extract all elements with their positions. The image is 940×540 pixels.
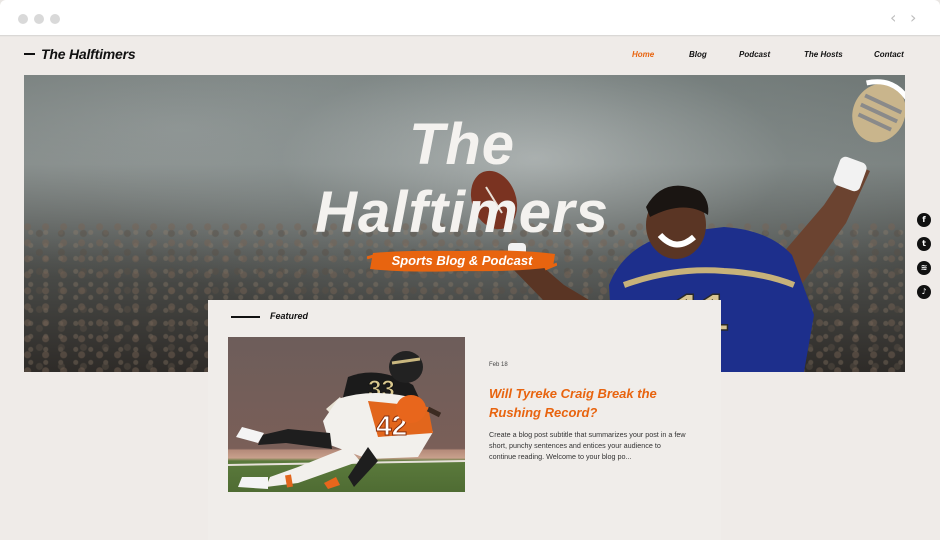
featured-post-image[interactable]: 33 42 bbox=[228, 337, 465, 492]
site-title[interactable]: The Halftimers bbox=[41, 46, 136, 62]
nav-contact[interactable]: Contact bbox=[874, 50, 904, 59]
nav-home[interactable]: Home bbox=[632, 50, 654, 59]
window-minimize-dot[interactable] bbox=[34, 14, 44, 24]
back-arrow-icon[interactable]: ‹ bbox=[890, 9, 896, 27]
spotify-icon[interactable]: ≋ bbox=[917, 261, 931, 275]
post-title[interactable]: Will Tyreke Craig Break the Rushing Reco… bbox=[489, 384, 699, 422]
forward-arrow-icon[interactable]: › bbox=[910, 9, 916, 27]
featured-post-card: Featured 33 42 Feb 18 Will Tyreke Craig … bbox=[208, 300, 721, 540]
featured-divider bbox=[231, 316, 260, 318]
nav-blog[interactable]: Blog bbox=[689, 50, 707, 59]
site: The Halftimers Home Blog Podcast The Hos… bbox=[0, 37, 940, 540]
site-logo[interactable]: The Halftimers bbox=[24, 46, 136, 62]
post-date: Feb 18 bbox=[489, 362, 508, 368]
featured-label: Featured bbox=[270, 311, 309, 321]
window-close-dot[interactable] bbox=[18, 14, 28, 24]
hero-title-line-1: The bbox=[408, 112, 516, 177]
logo-dash bbox=[24, 53, 35, 55]
browser-chrome: ‹ › bbox=[0, 0, 940, 36]
nav-podcast[interactable]: Podcast bbox=[739, 50, 770, 59]
music-icon[interactable]: ♪ bbox=[917, 285, 931, 299]
post-excerpt: Create a blog post subtitle that summari… bbox=[489, 430, 686, 461]
hero-title-line-2: Halftimers bbox=[315, 180, 609, 245]
nav-the-hosts[interactable]: The Hosts bbox=[804, 50, 843, 59]
facebook-icon[interactable]: f bbox=[917, 213, 931, 227]
window-maximize-dot[interactable] bbox=[50, 14, 60, 24]
twitter-icon[interactable]: t bbox=[917, 237, 931, 251]
hero-tagline: Sports Blog & Podcast bbox=[391, 253, 533, 268]
